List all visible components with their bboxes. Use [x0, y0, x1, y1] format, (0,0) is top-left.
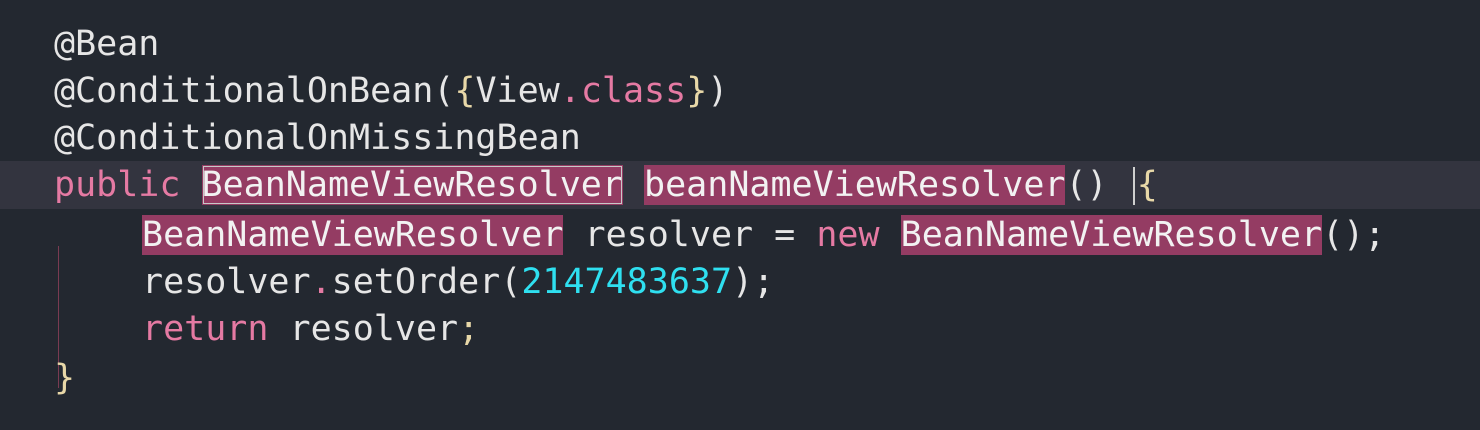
code-line-2[interactable]: @ConditionalOnBean({View.class}): [0, 67, 1480, 115]
constructor-call-end: ();: [1322, 215, 1386, 255]
return-value[interactable]: resolver: [290, 309, 459, 349]
order-number-literal[interactable]: 2147483637: [521, 262, 732, 302]
close-paren: ): [707, 71, 729, 111]
assign-operator: =: [774, 215, 796, 255]
statement-semicolon: ;: [458, 309, 480, 349]
code-line-5[interactable]: BeanNameViewResolver resolver = new Bean…: [0, 211, 1480, 294]
annotation-conditional-on-missing-bean[interactable]: @ConditionalOnMissingBean: [54, 118, 581, 158]
call-open-paren: (: [500, 262, 522, 302]
new-keyword: new: [816, 215, 880, 255]
public-keyword: public: [54, 165, 181, 205]
local-var-type[interactable]: BeanNameViewResolver: [142, 215, 564, 255]
code-line-7[interactable]: return resolver;: [0, 305, 1480, 388]
return-keyword: return: [142, 309, 269, 349]
open-brace: {: [454, 71, 476, 111]
method-parens: (): [1065, 165, 1108, 205]
annotation-bean[interactable]: @Bean: [54, 24, 159, 64]
call-target[interactable]: resolver: [142, 262, 311, 302]
method-name[interactable]: beanNameViewResolver: [644, 165, 1066, 205]
local-var-name[interactable]: resolver: [585, 215, 754, 255]
return-type-selected[interactable]: BeanNameViewResolver: [201, 165, 623, 205]
set-order-method[interactable]: setOrder: [332, 262, 501, 302]
method-close-brace: }: [54, 358, 76, 398]
constructor-name[interactable]: BeanNameViewResolver: [900, 215, 1323, 255]
call-close: );: [732, 262, 775, 302]
method-open-brace: {: [1136, 165, 1158, 205]
text-caret: [1132, 167, 1135, 205]
member-dot: .: [310, 262, 332, 302]
open-paren: (: [433, 71, 455, 111]
class-name-view[interactable]: View: [475, 71, 559, 111]
dot: .: [559, 71, 581, 111]
code-line-1[interactable]: @Bean: [0, 20, 1480, 68]
code-editor[interactable]: @Bean @ConditionalOnBean({View.class}) @…: [0, 0, 1480, 430]
code-line-8[interactable]: }: [0, 354, 1480, 402]
annotation-conditional-on-bean[interactable]: @ConditionalOnBean: [54, 71, 433, 111]
code-line-4-current[interactable]: public BeanNameViewResolver beanNameView…: [0, 161, 1480, 209]
code-line-6[interactable]: resolver.setOrder(2147483637);: [0, 258, 1480, 341]
class-keyword: class: [580, 71, 687, 111]
close-brace: }: [686, 71, 708, 111]
code-line-3[interactable]: @ConditionalOnMissingBean: [0, 114, 1480, 162]
